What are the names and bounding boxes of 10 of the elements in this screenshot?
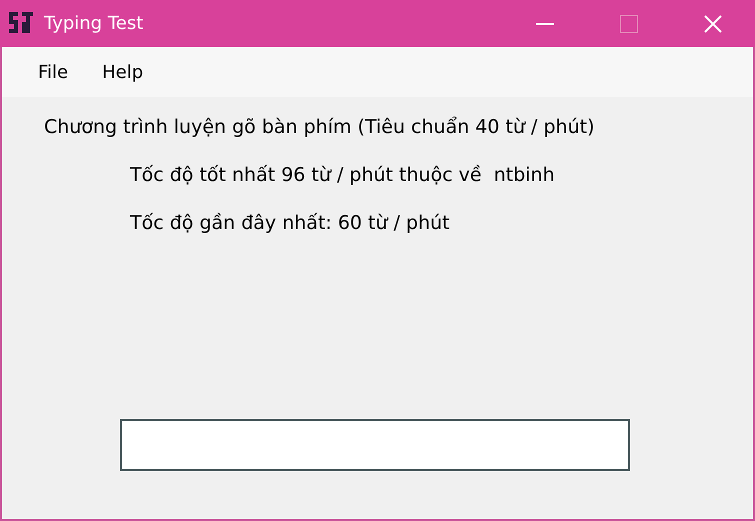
stat-text: Tốc độ gần đây nhất: 60 từ / phút [130,211,451,236]
maximize-icon [620,14,638,32]
input-field[interactable] [120,419,630,471]
minimize-icon [536,22,554,24]
window-title: Typing Test [44,12,144,36]
heading-text: Chương trình luyện gõ bàn phím (Tiêu chuẩn 40 từ / phút) [44,115,596,140]
menu-item[interactable]: Help [102,58,144,86]
close-icon [704,14,722,32]
menu-item[interactable]: File [38,58,68,86]
stat-text: Tốc độ tốt nhất 96 từ / phút thuộc về ntbinh [130,163,556,188]
